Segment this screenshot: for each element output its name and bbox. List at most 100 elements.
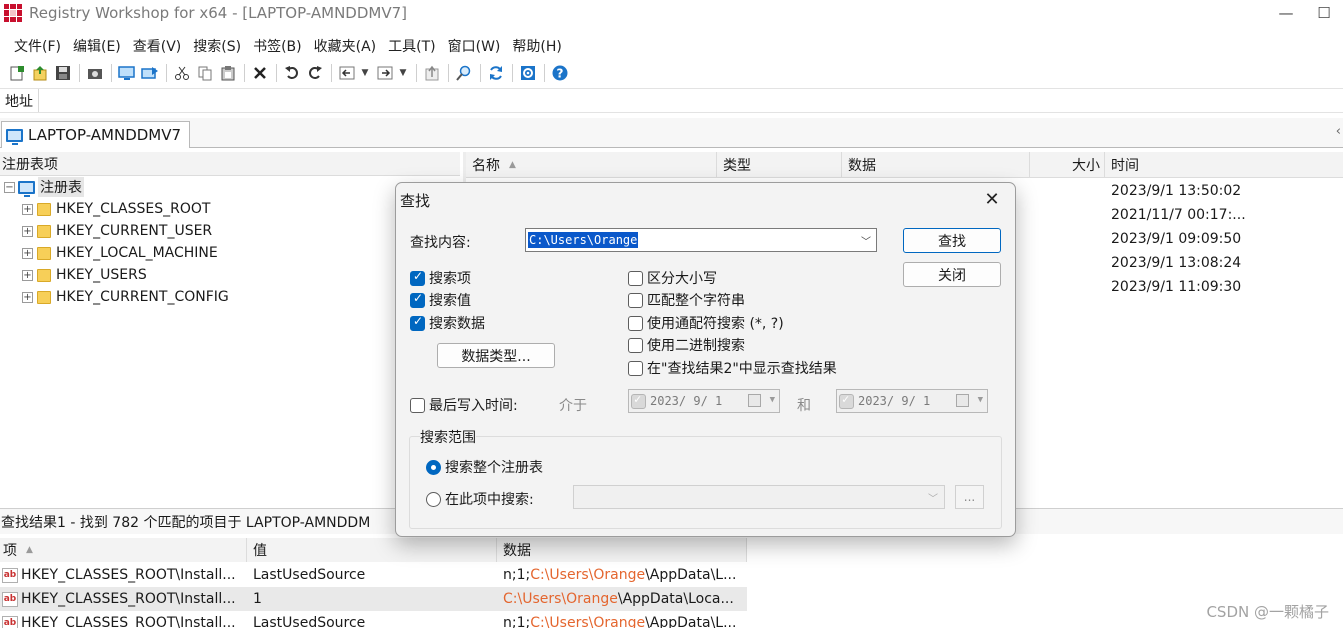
results-data-match: C:\Users\Orange xyxy=(530,567,646,583)
help-icon[interactable]: ? xyxy=(549,63,571,83)
scope-key-input[interactable]: ﹀ xyxy=(573,485,945,509)
tree-item-hkey-users[interactable]: + HKEY_USERS xyxy=(0,264,460,286)
date-to-picker[interactable]: 2023/ 9/ 1 ▼ xyxy=(836,389,988,413)
checkbox-checked-icon xyxy=(410,314,425,331)
find-dialog: 查找 ✕ 查找内容: C:\Users\Orange ﹀ 查找 关闭 搜索项 搜… xyxy=(395,182,1016,537)
settings-icon[interactable] xyxy=(517,63,539,83)
column-size-header[interactable]: 大小 xyxy=(1030,152,1105,178)
tab-scroll-left-icon[interactable]: ‹ xyxy=(1336,124,1341,139)
copy-icon[interactable] xyxy=(194,63,216,83)
results-row[interactable]: ab HKEY_CLASSES_ROOT\Install... 1 C:\User… xyxy=(0,587,747,611)
expand-icon[interactable]: + xyxy=(22,225,33,237)
delete-icon[interactable] xyxy=(249,63,271,83)
up-level-icon[interactable] xyxy=(421,63,443,83)
back-icon[interactable] xyxy=(336,63,358,83)
refresh-icon[interactable] xyxy=(485,63,507,83)
menu-bookmarks[interactable]: 书签(B) xyxy=(247,36,308,56)
import-icon[interactable] xyxy=(29,63,51,83)
results-item-cell: ab HKEY_CLASSES_ROOT\Install... xyxy=(2,563,245,587)
tree-item-hkey-current-user[interactable]: + HKEY_CURRENT_USER xyxy=(0,220,460,242)
search-data-checkbox[interactable]: 搜索数据 xyxy=(410,313,485,333)
results-row[interactable]: ab HKEY_CLASSES_ROOT\Install... LastUsedS… xyxy=(0,611,1343,628)
checkbox-unchecked-icon xyxy=(410,397,425,413)
use-wildcards-checkbox[interactable]: 使用通配符搜索 (*, ?) xyxy=(628,313,784,333)
toolbar-separator xyxy=(416,64,417,82)
menu-window[interactable]: 窗口(W) xyxy=(442,36,507,56)
window-title: Registry Workshop for x64 - [LAPTOP-AMND… xyxy=(29,4,408,22)
radio-label: 搜索整个注册表 xyxy=(445,460,543,476)
forward-icon[interactable] xyxy=(374,63,396,83)
dialog-close-icon[interactable]: ✕ xyxy=(979,186,1005,212)
menu-search[interactable]: 搜索(S) xyxy=(187,36,247,56)
back-dropdown-icon[interactable]: ▼ xyxy=(359,68,371,78)
cut-icon[interactable] xyxy=(171,63,193,83)
tree-root[interactable]: − 注册表 xyxy=(0,176,460,198)
tree-item-hkey-classes-root[interactable]: + HKEY_CLASSES_ROOT xyxy=(0,198,460,220)
find-button[interactable]: 查找 xyxy=(903,228,1001,253)
address-input[interactable] xyxy=(38,89,1343,112)
snapshot-icon[interactable] xyxy=(84,63,106,83)
column-name-header[interactable]: 名称 ▲ xyxy=(466,152,717,178)
address-label: 地址 xyxy=(5,93,33,110)
menu-tools[interactable]: 工具(T) xyxy=(382,36,441,56)
binary-search-checkbox[interactable]: 使用二进制搜索 xyxy=(628,335,745,355)
minimize-button[interactable]: — xyxy=(1267,0,1305,26)
menu-edit[interactable]: 编辑(E) xyxy=(67,36,127,56)
computer-icon xyxy=(18,180,35,197)
column-data-header[interactable]: 数据 xyxy=(842,152,1030,178)
expand-icon[interactable]: + xyxy=(22,291,33,303)
search-values-checkbox[interactable]: 搜索值 xyxy=(410,290,471,310)
tab-label: LAPTOP-AMNDDMV7 xyxy=(28,126,182,144)
show-in-results2-checkbox[interactable]: 在"查找结果2"中显示查找结果 xyxy=(628,358,837,378)
forward-dropdown-icon[interactable]: ▼ xyxy=(397,68,409,78)
date-from-picker[interactable]: 2023/ 9/ 1 ▼ xyxy=(628,389,780,413)
menu-favorites[interactable]: 收藏夹(A) xyxy=(308,36,383,56)
search-keys-checkbox[interactable]: 搜索项 xyxy=(410,268,471,288)
results-column-item[interactable]: 项 ▲ xyxy=(0,538,247,562)
app-logo-icon xyxy=(4,4,22,22)
results-column-data[interactable]: 数据 xyxy=(497,538,747,562)
maximize-button[interactable]: ☐ xyxy=(1305,0,1343,26)
match-case-checkbox[interactable]: 区分大小写 xyxy=(628,268,717,288)
collapse-icon[interactable]: − xyxy=(4,181,15,193)
undo-icon[interactable] xyxy=(281,63,303,83)
chevron-down-icon[interactable]: ﹀ xyxy=(861,233,871,248)
column-time-header[interactable]: 时间 xyxy=(1105,152,1343,178)
expand-icon[interactable]: + xyxy=(22,203,33,215)
calendar-icon xyxy=(956,394,969,407)
browse-key-button[interactable]: ... xyxy=(955,485,984,509)
results-data-suffix: \AppData\L... xyxy=(645,567,737,583)
connect-icon[interactable] xyxy=(116,63,138,83)
menu-help[interactable]: 帮助(H) xyxy=(506,36,567,56)
menu-view[interactable]: 查看(V) xyxy=(127,36,188,56)
find-icon[interactable] xyxy=(453,63,475,83)
results-data-match: C:\Users\Orange xyxy=(530,615,646,628)
tree-item-hkey-current-config[interactable]: + HKEY_CURRENT_CONFIG xyxy=(0,286,460,308)
tree-item-hkey-local-machine[interactable]: + HKEY_LOCAL_MACHINE xyxy=(0,242,460,264)
data-type-button[interactable]: 数据类型... xyxy=(437,343,555,368)
close-button[interactable]: 关闭 xyxy=(903,262,1001,287)
last-write-time-checkbox[interactable]: 最后写入时间: xyxy=(410,395,518,415)
string-value-icon: ab xyxy=(2,615,18,628)
menu-file[interactable]: 文件(F) xyxy=(8,36,67,56)
results-row[interactable]: ab HKEY_CLASSES_ROOT\Install... LastUsedS… xyxy=(0,563,1343,587)
disconnect-icon[interactable] xyxy=(139,63,161,83)
match-whole-string-checkbox[interactable]: 匹配整个字符串 xyxy=(628,290,745,310)
new-key-icon[interactable] xyxy=(6,63,28,83)
results-item-cell: ab HKEY_CLASSES_ROOT\Install... xyxy=(2,611,245,628)
scope-in-key-radio[interactable]: 在此项中搜索: xyxy=(426,489,534,509)
results-column-value[interactable]: 值 xyxy=(247,538,497,562)
date-from-value: 2023/ 9/ 1 xyxy=(650,394,723,408)
redo-icon[interactable] xyxy=(304,63,326,83)
paste-icon[interactable] xyxy=(217,63,239,83)
find-what-input[interactable]: C:\Users\Orange ﹀ xyxy=(525,228,877,252)
expand-icon[interactable]: + xyxy=(22,269,33,281)
results-data-suffix: \AppData\L... xyxy=(645,615,737,628)
checkbox-label: 最后写入时间: xyxy=(429,398,518,414)
column-type-header[interactable]: 类型 xyxy=(717,152,842,178)
save-icon[interactable] xyxy=(52,63,74,83)
folder-icon xyxy=(37,202,51,216)
expand-icon[interactable]: + xyxy=(22,247,33,259)
scope-whole-registry-radio[interactable]: 搜索整个注册表 xyxy=(426,457,543,477)
tab-computer[interactable]: LAPTOP-AMNDDMV7 xyxy=(1,121,190,148)
